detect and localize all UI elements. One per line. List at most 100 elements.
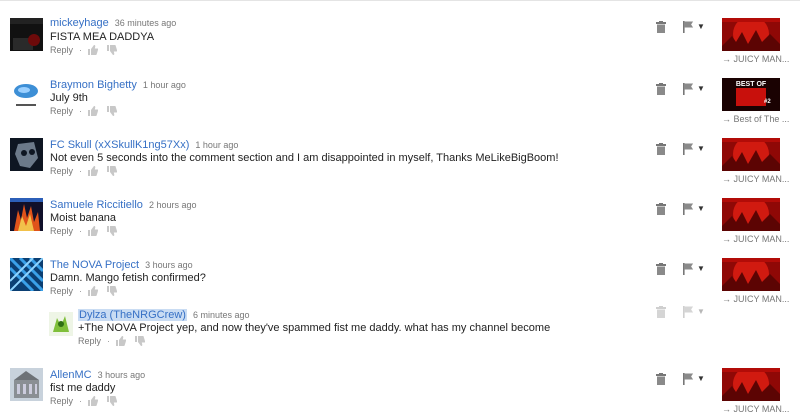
comment-actions: Reply · xyxy=(50,166,118,176)
comment-item: Samuele Riccitiello 2 hours ago Moist ban… xyxy=(0,194,800,250)
video-thumbnail[interactable] xyxy=(722,138,780,171)
thumbs-up-icon[interactable] xyxy=(87,286,99,296)
chevron-down-icon[interactable]: ▼ xyxy=(697,144,705,153)
comment-header: Samuele Riccitiello 2 hours ago xyxy=(50,199,196,211)
comment-actions: Reply · xyxy=(50,286,118,296)
reply-button[interactable]: Reply xyxy=(50,396,73,406)
chevron-down-icon[interactable]: ▼ xyxy=(697,84,705,93)
comment-text: July 9th xyxy=(50,92,88,104)
avatar[interactable] xyxy=(49,312,73,336)
thumbs-down-icon[interactable] xyxy=(106,396,118,406)
avatar[interactable] xyxy=(10,198,43,231)
flag-icon[interactable] xyxy=(683,306,694,321)
trash-icon[interactable] xyxy=(656,263,666,278)
author-link[interactable]: Samuele Riccitiello xyxy=(50,199,143,211)
separator-dot: · xyxy=(79,106,83,116)
author-link[interactable]: Braymon Bighetty xyxy=(50,79,137,91)
comment-item: Braymon Bighetty 1 hour ago July 9th Repl… xyxy=(0,74,800,130)
thumbs-down-icon[interactable] xyxy=(106,45,118,55)
comment-item: The NOVA Project 3 hours ago Damn. Mango … xyxy=(0,254,800,310)
video-link[interactable]: → Best of The ... xyxy=(722,114,792,124)
video-thumbnail[interactable] xyxy=(722,258,780,291)
timestamp[interactable]: 1 hour ago xyxy=(143,80,186,90)
separator-dot: · xyxy=(79,226,83,236)
video-link[interactable]: → JUICY MAN... xyxy=(722,404,792,414)
flag-icon[interactable] xyxy=(683,143,694,158)
avatar[interactable] xyxy=(10,138,43,171)
timestamp[interactable]: 36 minutes ago xyxy=(115,18,177,28)
comment-text: Not even 5 seconds into the comment sect… xyxy=(50,152,559,164)
chevron-down-icon[interactable]: ▼ xyxy=(697,22,705,31)
video-link[interactable]: → JUICY MAN... xyxy=(722,174,792,184)
comment-text: FISTA MEA DADDYA xyxy=(50,31,155,43)
flag-icon[interactable] xyxy=(683,21,694,36)
trash-icon[interactable] xyxy=(656,203,666,218)
comment-text: fist me daddy xyxy=(50,382,116,394)
video-thumbnail[interactable] xyxy=(722,368,780,401)
flag-icon[interactable] xyxy=(683,373,694,388)
thumbs-down-icon[interactable] xyxy=(106,286,118,296)
video-link[interactable]: → JUICY MAN... xyxy=(722,54,792,64)
trash-icon[interactable] xyxy=(656,373,666,388)
thumbs-down-icon[interactable] xyxy=(134,336,146,346)
comment-header: mickeyhage 36 minutes ago xyxy=(50,17,176,29)
reply-button[interactable]: Reply xyxy=(50,286,73,296)
timestamp[interactable]: 3 hours ago xyxy=(145,260,193,270)
chevron-down-icon[interactable]: ▼ xyxy=(697,374,705,383)
comment-item: mickeyhage 36 minutes ago FISTA MEA DADDY… xyxy=(0,14,800,70)
timestamp[interactable]: 6 minutes ago xyxy=(193,310,250,320)
thumbs-up-icon[interactable] xyxy=(87,396,99,406)
thumbnail-title: BEST OF xyxy=(736,81,767,88)
thumbs-up-icon[interactable] xyxy=(87,226,99,236)
comment-actions: Reply · xyxy=(50,226,118,236)
video-link[interactable]: → JUICY MAN... xyxy=(722,294,792,304)
reply-button[interactable]: Reply xyxy=(50,166,73,176)
timestamp[interactable]: 1 hour ago xyxy=(195,140,238,150)
thumbs-up-icon[interactable] xyxy=(87,45,99,55)
reply-button[interactable]: Reply xyxy=(78,336,101,346)
comment-header: AllenMC 3 hours ago xyxy=(50,369,145,381)
author-link[interactable]: FC Skull (xXSkullK1ng57Xx) xyxy=(50,139,189,151)
author-link[interactable]: AllenMC xyxy=(50,369,92,381)
comment-text: Moist banana xyxy=(50,212,117,224)
avatar[interactable] xyxy=(10,78,43,111)
reply-button[interactable]: Reply xyxy=(50,45,73,55)
avatar[interactable] xyxy=(10,18,43,51)
reply-button[interactable]: Reply xyxy=(50,106,73,116)
thumbs-up-icon[interactable] xyxy=(87,166,99,176)
flag-icon[interactable] xyxy=(683,263,694,278)
author-link[interactable]: Dylza (TheNRGCrew) xyxy=(78,309,187,321)
trash-icon[interactable] xyxy=(656,83,666,98)
comment-text: Damn. Mango fetish confirmed? xyxy=(50,272,206,284)
thumbs-down-icon[interactable] xyxy=(106,106,118,116)
timestamp[interactable]: 2 hours ago xyxy=(149,200,197,210)
video-link[interactable]: → JUICY MAN... xyxy=(722,234,792,244)
comment-text: +The NOVA Project yep, and now they've s… xyxy=(78,322,551,334)
chevron-down-icon[interactable]: ▼ xyxy=(697,264,705,273)
avatar[interactable] xyxy=(10,258,43,291)
video-thumbnail[interactable] xyxy=(722,18,780,51)
separator-dot: · xyxy=(79,286,83,296)
thumbs-down-icon[interactable] xyxy=(106,226,118,236)
chevron-down-icon[interactable]: ▼ xyxy=(697,307,705,316)
flag-icon[interactable] xyxy=(683,83,694,98)
timestamp[interactable]: 3 hours ago xyxy=(98,370,146,380)
thumbs-down-icon[interactable] xyxy=(106,166,118,176)
trash-icon[interactable] xyxy=(656,21,666,36)
reply-button[interactable]: Reply xyxy=(50,226,73,236)
chevron-down-icon[interactable]: ▼ xyxy=(697,204,705,213)
comment-header: Dylza (TheNRGCrew) 6 minutes ago xyxy=(78,309,250,321)
author-link[interactable]: The NOVA Project xyxy=(50,259,139,271)
avatar[interactable] xyxy=(10,368,43,401)
trash-icon[interactable] xyxy=(656,143,666,158)
thumbs-up-icon[interactable] xyxy=(115,336,127,346)
thumbs-up-icon[interactable] xyxy=(87,106,99,116)
video-thumbnail[interactable]: BEST OF #2 xyxy=(722,78,780,111)
comment-actions: Reply · xyxy=(50,396,118,406)
thumbnail-badge: #2 xyxy=(764,99,771,105)
comment-actions: Reply · xyxy=(78,336,146,346)
flag-icon[interactable] xyxy=(683,203,694,218)
trash-icon[interactable] xyxy=(656,306,666,321)
author-link[interactable]: mickeyhage xyxy=(50,17,109,29)
video-thumbnail[interactable] xyxy=(722,198,780,231)
